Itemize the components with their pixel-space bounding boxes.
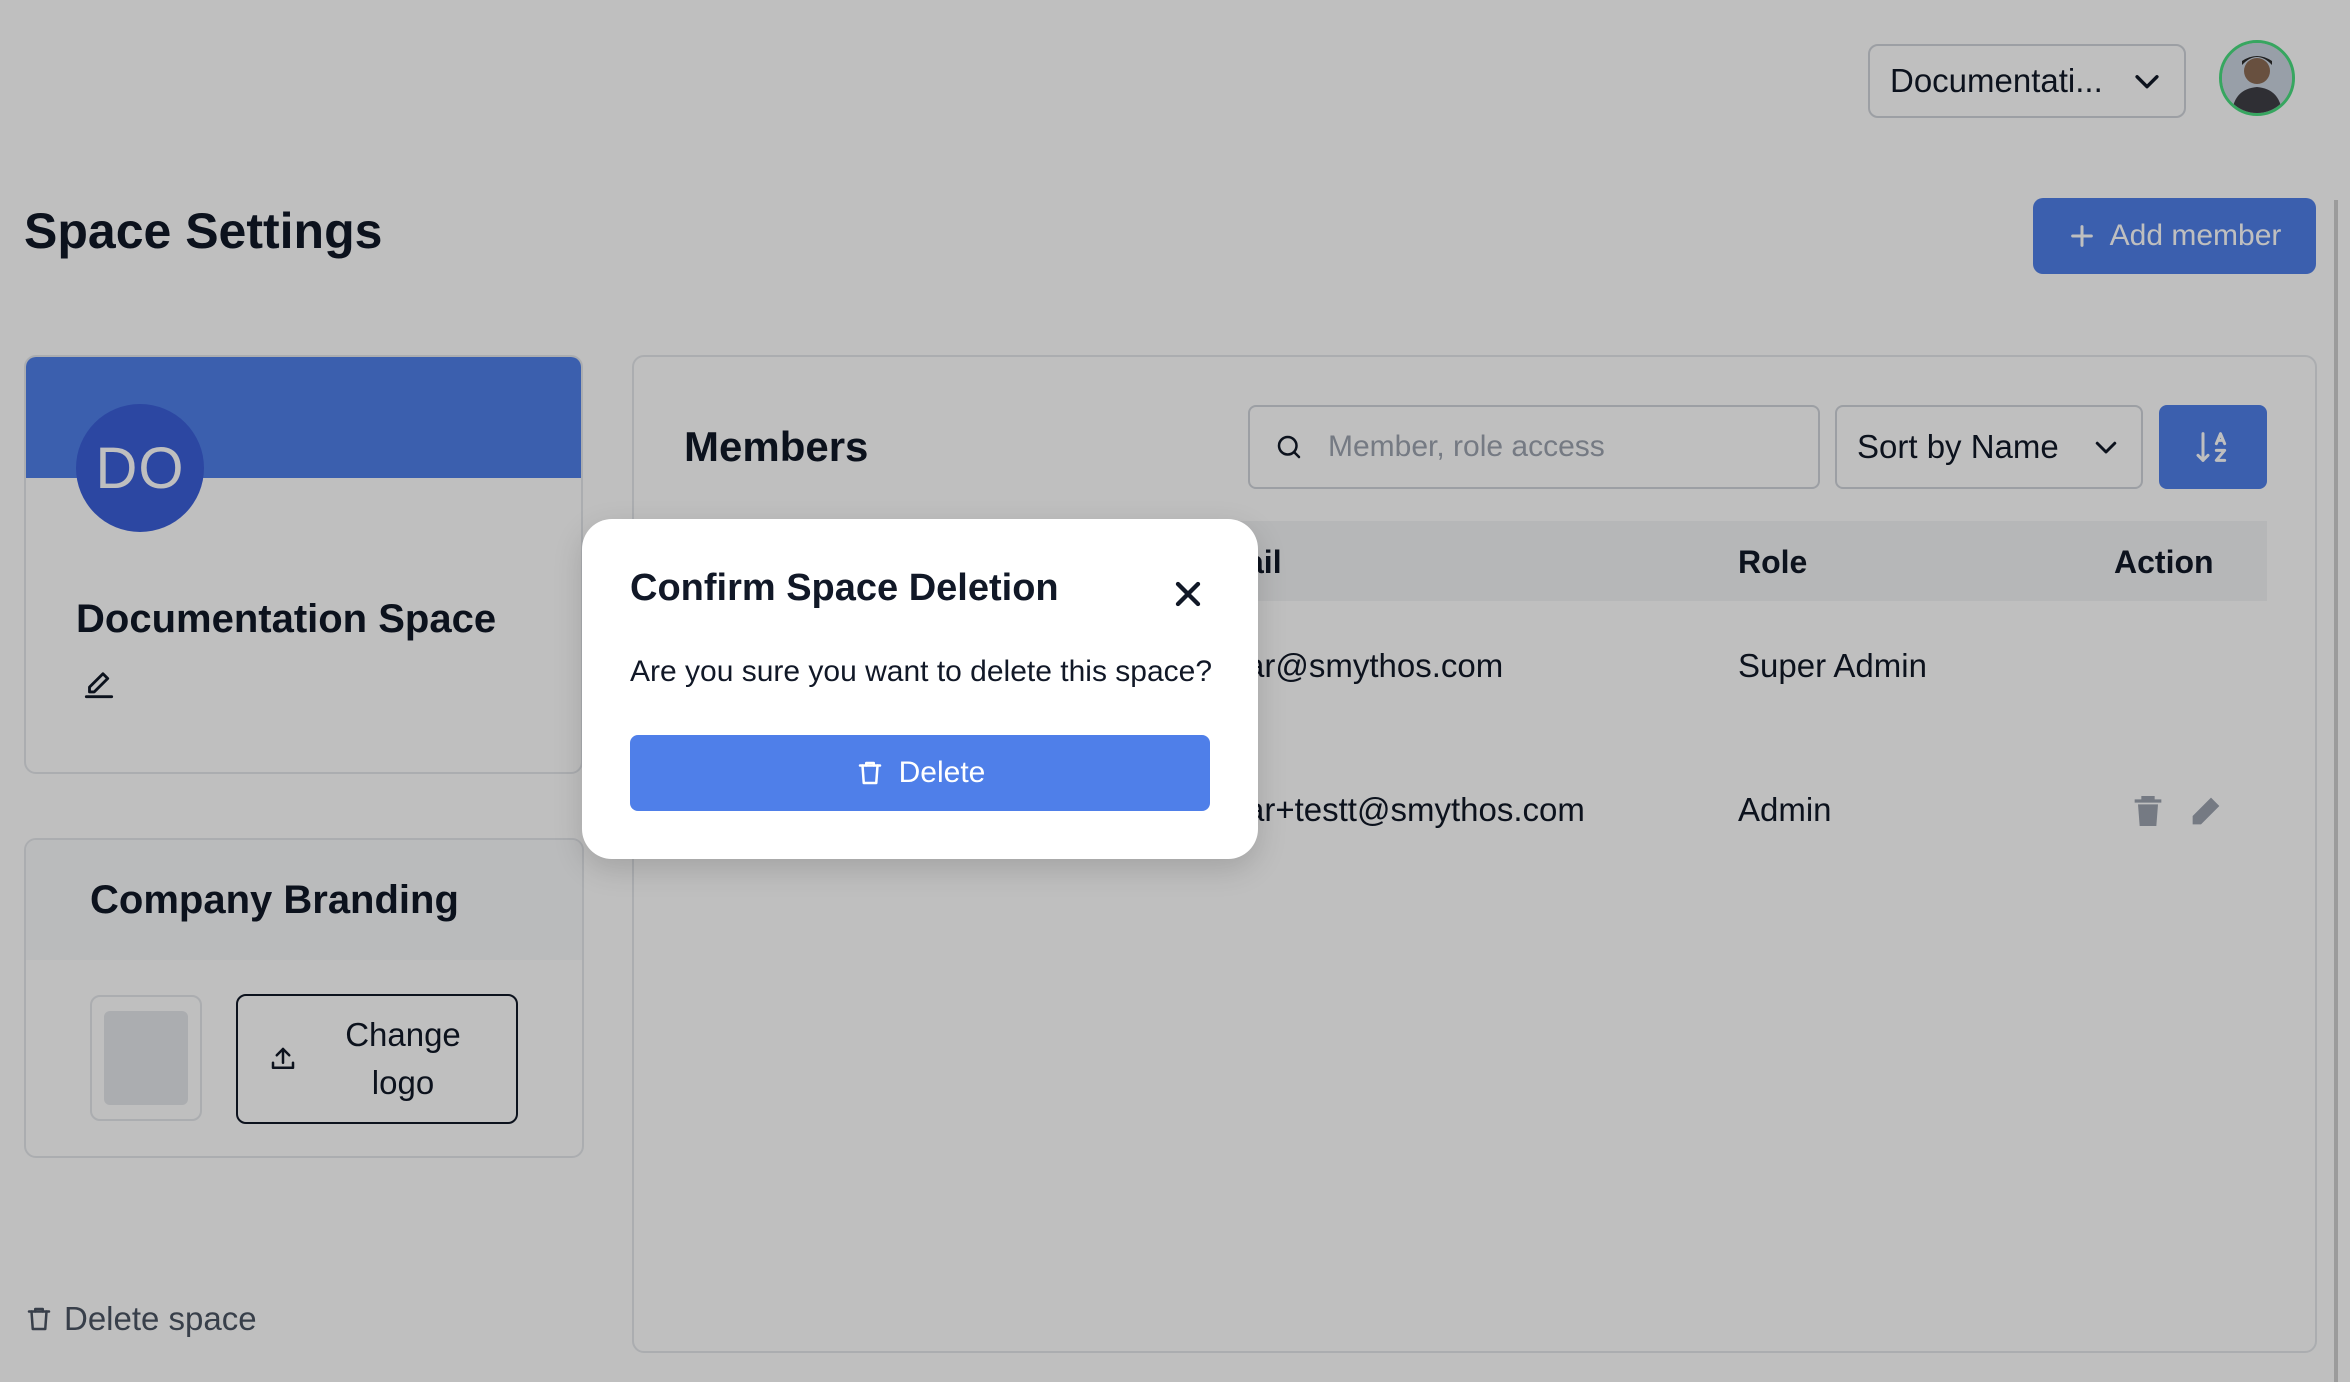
modal-title: Confirm Space Deletion xyxy=(630,567,1059,609)
close-icon[interactable] xyxy=(1168,574,1208,614)
confirm-delete-label: Delete xyxy=(898,756,986,789)
trash-icon xyxy=(858,761,881,785)
modal-message: Are you sure you want to delete this spa… xyxy=(630,655,1213,688)
confirm-deletion-modal: Confirm Space Deletion Are you sure you … xyxy=(582,519,1258,859)
confirm-delete-button[interactable]: Delete xyxy=(630,735,1210,811)
